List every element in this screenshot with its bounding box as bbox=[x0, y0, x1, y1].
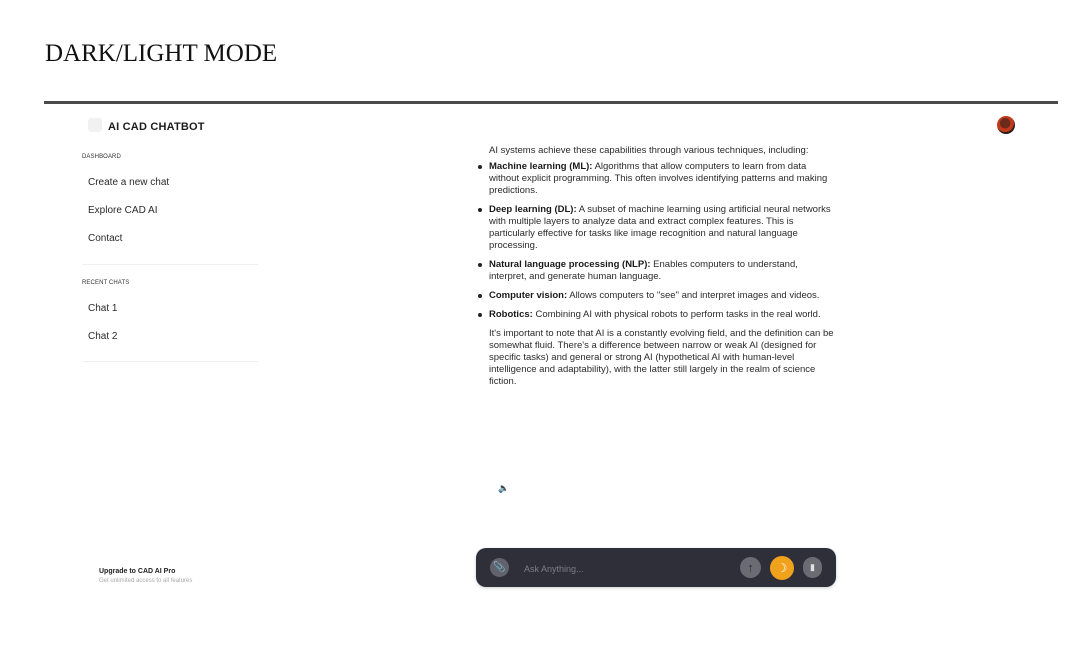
upgrade-subtitle: Get unlimited access to all features bbox=[99, 578, 193, 584]
app-title: AI CAD CHATBOT bbox=[108, 121, 205, 133]
app-screenshot: AI CAD CHATBOT DASHBOARD Create a new ch… bbox=[44, 101, 1058, 624]
bullet-icon bbox=[478, 263, 482, 267]
dashboard-section-label: DASHBOARD bbox=[82, 154, 121, 160]
speaker-icon[interactable]: 🔈 bbox=[498, 483, 509, 494]
arrow-up-icon[interactable]: ↑ bbox=[740, 557, 761, 578]
message-intro: AI systems achieve these capabilities th… bbox=[489, 145, 809, 156]
recent-chat-item[interactable]: Chat 1 bbox=[88, 303, 117, 314]
list-item: Machine learning (ML): Algorithms that a… bbox=[474, 161, 834, 197]
sidebar-item-contact[interactable]: Contact bbox=[88, 233, 122, 244]
paperclip-icon[interactable]: 📎 bbox=[490, 558, 509, 577]
bullet-icon bbox=[478, 208, 482, 212]
list-item-text: Allows computers to "see" and interpret … bbox=[567, 290, 820, 301]
bullet-icon bbox=[478, 313, 482, 317]
upgrade-title[interactable]: Upgrade to CAD AI Pro bbox=[99, 568, 175, 575]
document-heading: DARK/LIGHT MODE bbox=[45, 40, 278, 67]
app-logo-icon bbox=[88, 118, 102, 132]
bullet-icon bbox=[478, 165, 482, 169]
moon-icon[interactable]: ☽ bbox=[770, 556, 794, 580]
recent-chat-item[interactable]: Chat 2 bbox=[88, 331, 117, 342]
sidebar-item-explore-cad-ai[interactable]: Explore CAD AI bbox=[88, 205, 157, 216]
user-avatar[interactable] bbox=[997, 116, 1015, 134]
list-item-term: Robotics: bbox=[489, 309, 533, 320]
sidebar-item-create-new-chat[interactable]: Create a new chat bbox=[88, 177, 169, 188]
recent-chats-section-label: RECENT CHATS bbox=[82, 280, 130, 286]
list-item-term: Machine learning (ML): bbox=[489, 161, 593, 172]
message-closing: It's important to note that AI is a cons… bbox=[489, 328, 834, 387]
list-item: Natural language processing (NLP): Enabl… bbox=[474, 259, 834, 283]
top-divider bbox=[938, 101, 1058, 104]
assistant-message: AI systems achieve these capabilities th… bbox=[474, 145, 834, 388]
list-item-term: Computer vision: bbox=[489, 290, 568, 301]
bullet-icon bbox=[478, 294, 482, 298]
list-item: Computer vision: Allows computers to "se… bbox=[474, 290, 834, 302]
list-item: Deep learning (DL): A subset of machine … bbox=[474, 204, 834, 252]
list-item: Robotics: Combining AI with physical rob… bbox=[474, 309, 834, 321]
list-item-term: Natural language processing (NLP): bbox=[489, 259, 651, 270]
sidebar-divider bbox=[82, 361, 258, 362]
sidebar-divider bbox=[82, 264, 258, 265]
sidebar: AI CAD CHATBOT DASHBOARD Create a new ch… bbox=[44, 104, 264, 624]
list-item-term: Deep learning (DL): bbox=[489, 204, 577, 215]
technique-list: Machine learning (ML): Algorithms that a… bbox=[474, 161, 834, 321]
list-item-text: Combining AI with physical robots to per… bbox=[532, 309, 821, 320]
trash-icon[interactable]: ▮ bbox=[803, 557, 822, 578]
ask-input[interactable] bbox=[522, 560, 726, 577]
chat-input-bar: 📎 ↑ ☽ ▮ bbox=[476, 548, 836, 587]
